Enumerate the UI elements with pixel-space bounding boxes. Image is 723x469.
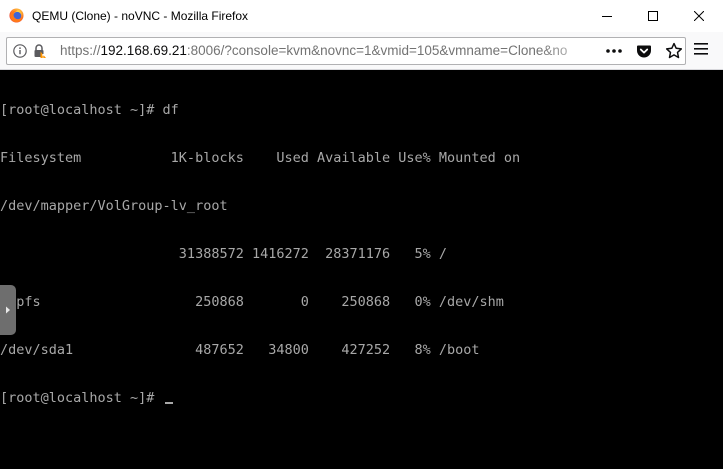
maximize-button[interactable] <box>630 0 676 32</box>
terminal-line: [root@localhost ~]# df <box>0 102 179 118</box>
chevron-right-icon <box>6 306 10 314</box>
novnc-sidebar-handle[interactable] <box>0 285 16 335</box>
info-icon[interactable] <box>13 44 27 58</box>
minimize-button[interactable] <box>584 0 630 32</box>
url-text[interactable]: https://192.168.69.21:8006/?console=kvm&… <box>60 43 605 59</box>
shell-prompt: [root@localhost ~]# <box>0 390 163 406</box>
terminal-line: tmpfs 250868 0 250868 0% /dev/shm <box>0 294 504 310</box>
window-title: QEMU (Clone) - noVNC - Mozilla Firefox <box>32 9 249 23</box>
hamburger-menu-icon[interactable] <box>693 41 709 57</box>
terminal-prompt-line: [root@localhost ~]# <box>0 390 520 406</box>
close-icon <box>694 11 704 21</box>
terminal-line: /dev/sda1 487652 34800 427252 8% /boot <box>0 342 480 358</box>
firefox-logo-icon <box>9 8 24 23</box>
lock-icon[interactable] <box>31 43 47 59</box>
text-cursor <box>164 402 173 404</box>
firefox-window: QEMU (Clone) - noVNC - Mozilla Firefox h… <box>0 0 723 469</box>
page-actions-icon[interactable] <box>605 45 623 57</box>
url-path: :8006/?console=kvm&novnc=1&vmid=105&vmna… <box>186 43 568 58</box>
url-scheme: https:// <box>60 43 101 58</box>
minimize-icon <box>602 16 612 17</box>
terminal-line: 31388572 1416272 28371176 5% / <box>0 246 448 262</box>
maximize-icon <box>648 11 658 21</box>
url-bar[interactable]: https://192.168.69.21:8006/?console=kvm&… <box>6 37 686 65</box>
close-button[interactable] <box>676 0 722 32</box>
terminal-output: [root@localhost ~]# df Filesystem 1K-blo… <box>0 70 520 438</box>
terminal-line: /dev/mapper/VolGroup-lv_root <box>0 198 228 214</box>
vnc-console[interactable]: [root@localhost ~]# df Filesystem 1K-blo… <box>0 70 723 469</box>
navigation-toolbar: https://192.168.69.21:8006/?console=kvm&… <box>0 32 723 70</box>
url-host: 192.168.69.21 <box>100 43 187 58</box>
bookmark-star-icon[interactable] <box>665 42 683 60</box>
title-bar[interactable]: QEMU (Clone) - noVNC - Mozilla Firefox <box>0 0 723 32</box>
pocket-icon[interactable] <box>636 43 652 59</box>
terminal-line: Filesystem 1K-blocks Used Available Use%… <box>0 150 521 166</box>
